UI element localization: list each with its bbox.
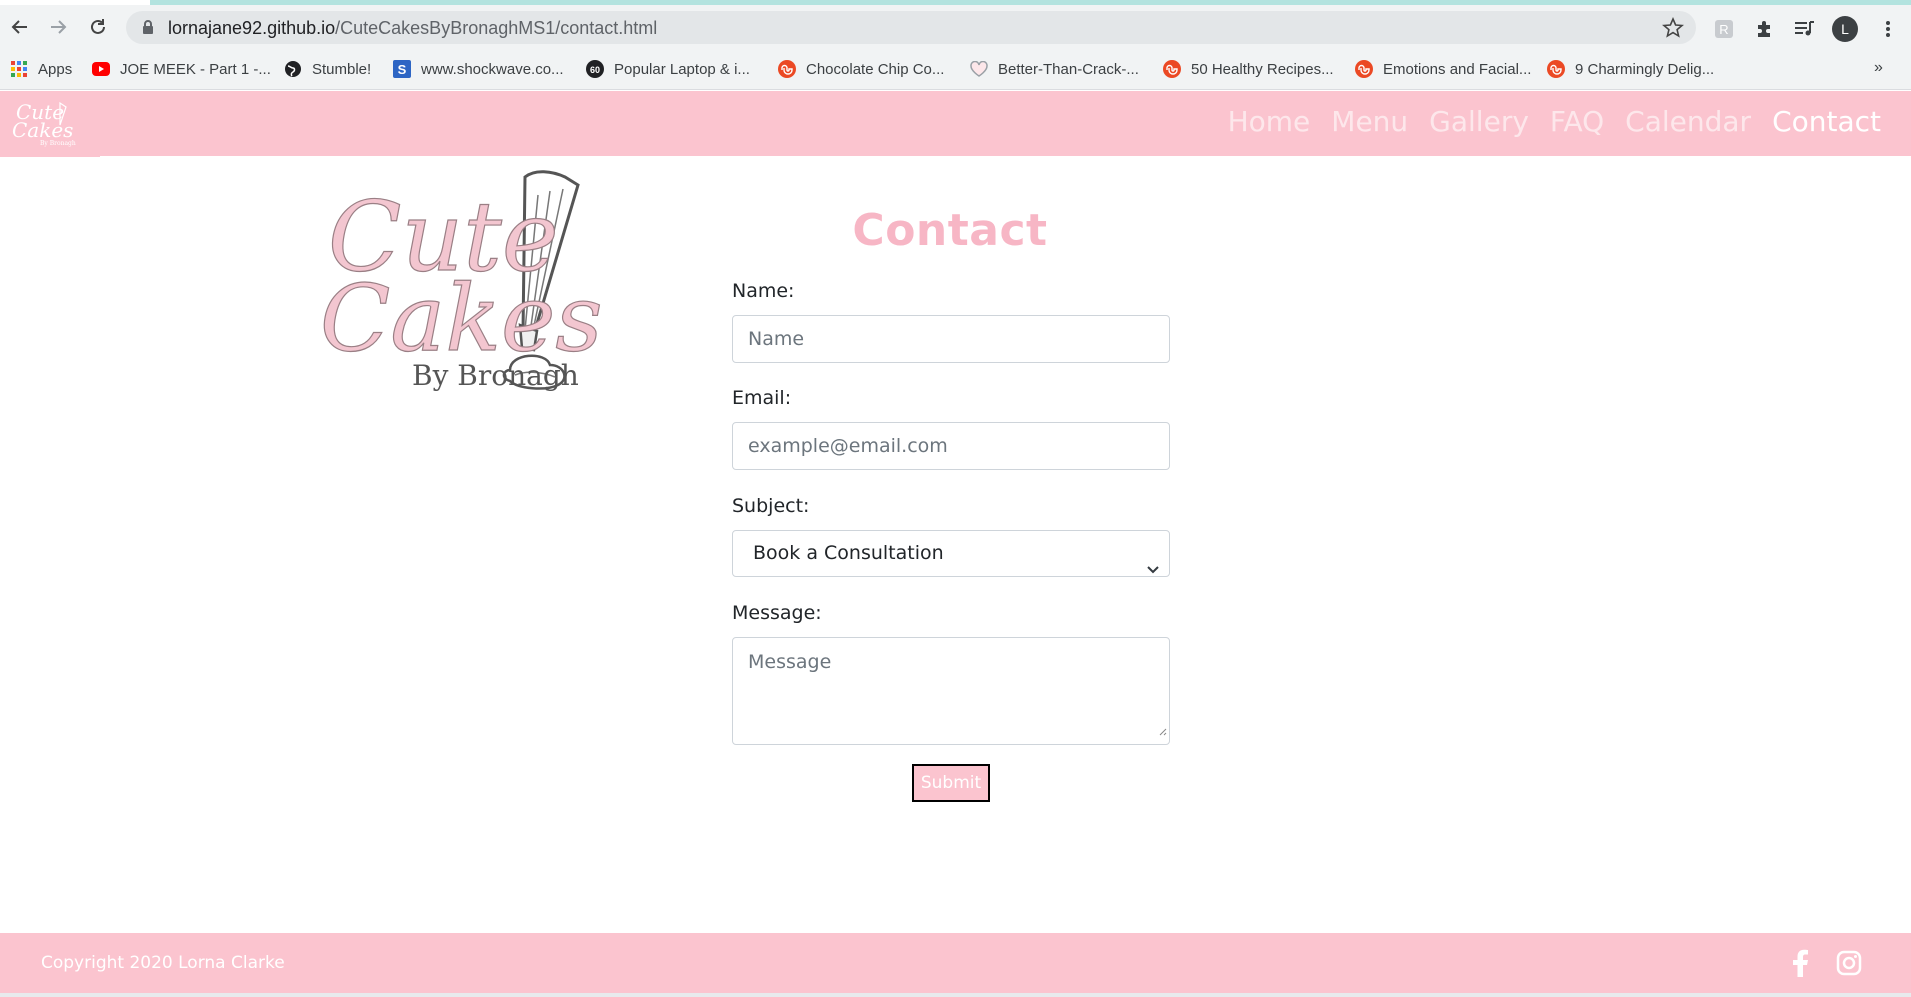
- profile-avatar[interactable]: L: [1832, 16, 1858, 42]
- bookmark-item[interactable]: S www.shockwave.co...: [393, 57, 564, 81]
- submit-button[interactable]: Submit: [912, 764, 990, 802]
- extensions-puzzle-icon[interactable]: [1752, 17, 1776, 41]
- bookmarks-overflow-button[interactable]: »: [1874, 59, 1883, 77]
- svg-text:60: 60: [590, 65, 600, 75]
- youtube-icon: [92, 60, 110, 78]
- nav-link-calendar[interactable]: Calendar: [1625, 101, 1751, 143]
- svg-text:By Bronagh: By Bronagh: [40, 140, 76, 147]
- svg-text:R: R: [1719, 22, 1728, 37]
- copyright-text: Copyright 2020 Lorna Clarke: [41, 953, 285, 973]
- shockwave-icon: S: [393, 60, 411, 78]
- forward-icon[interactable]: [44, 13, 72, 41]
- bookmark-item[interactable]: Emotions and Facial...: [1355, 57, 1531, 81]
- bookmark-item[interactable]: 9 Charmingly Delig...: [1547, 57, 1714, 81]
- nav-link-menu[interactable]: Menu: [1331, 101, 1408, 143]
- message-label: Message:: [732, 602, 822, 624]
- stumbleupon-icon: [778, 60, 796, 78]
- resize-grip-icon[interactable]: [1157, 718, 1167, 742]
- browser-toolbar: lornajane92.github.io/CuteCakesByBronagh…: [0, 5, 1911, 49]
- nav-link-home[interactable]: Home: [1228, 101, 1311, 143]
- stumbleupon-icon: [1163, 60, 1181, 78]
- browser-menu-icon[interactable]: [1876, 17, 1900, 41]
- nav-divider: [0, 155, 100, 157]
- globe-icon: [284, 60, 302, 78]
- back-icon[interactable]: [6, 13, 34, 41]
- bookmark-item[interactable]: 50 Healthy Recipes...: [1163, 57, 1334, 81]
- page-title: Contact: [852, 205, 1048, 256]
- reload-icon[interactable]: [84, 13, 112, 41]
- sixty-icon: 60: [586, 60, 604, 78]
- email-field[interactable]: example@email.com: [732, 422, 1170, 470]
- chevron-down-icon: [1147, 547, 1159, 592]
- bookmark-item[interactable]: JOE MEEK - Part 1 -...: [92, 57, 271, 81]
- svg-text:S: S: [398, 62, 407, 77]
- site-navbar: Cute Cakes By Bronagh Home Menu Gallery …: [0, 91, 1911, 156]
- brand-logo: Cute Cakes By Bronagh: [319, 165, 630, 400]
- bookmark-item[interactable]: 60 Popular Laptop & i...: [586, 57, 750, 81]
- svg-text:Cakes: Cakes: [320, 265, 603, 372]
- subject-select[interactable]: Book a Consultation: [732, 530, 1170, 577]
- media-queue-icon[interactable]: [1792, 17, 1816, 41]
- bookmark-star-icon[interactable]: [1662, 16, 1684, 39]
- nav-links: Home Menu Gallery FAQ Calendar Contact: [1207, 101, 1881, 143]
- bookmarks-bar: Apps JOE MEEK - Part 1 -... Stumble! S w…: [0, 49, 1911, 90]
- svg-text:Cakes: Cakes: [12, 118, 73, 142]
- stumbleupon-icon: [1547, 60, 1565, 78]
- url-text: lornajane92.github.io/CuteCakesByBronagh…: [168, 18, 658, 38]
- bookmark-item[interactable]: Better-Than-Crack-...: [970, 57, 1139, 81]
- window-bottom-edge: [0, 993, 1911, 997]
- nav-link-contact[interactable]: Contact: [1772, 101, 1881, 143]
- nav-logo[interactable]: Cute Cakes By Bronagh: [10, 97, 80, 149]
- address-bar[interactable]: lornajane92.github.io/CuteCakesByBronagh…: [126, 11, 1696, 44]
- bookmark-item[interactable]: Stumble!: [284, 57, 371, 81]
- email-label: Email:: [732, 387, 792, 409]
- lock-icon: [142, 20, 154, 39]
- apps-grid-icon: [10, 60, 28, 78]
- name-label: Name:: [732, 280, 795, 302]
- heart-icon: [970, 60, 988, 78]
- instagram-icon[interactable]: [1834, 948, 1864, 978]
- message-field[interactable]: Message: [732, 637, 1170, 745]
- subject-label: Subject:: [732, 495, 810, 517]
- bookmark-item[interactable]: Apps: [10, 57, 72, 81]
- extension-r-icon[interactable]: R: [1712, 17, 1736, 41]
- stumbleupon-icon: [1355, 60, 1373, 78]
- bookmark-item[interactable]: Chocolate Chip Co...: [778, 57, 944, 81]
- nav-link-faq[interactable]: FAQ: [1550, 101, 1604, 143]
- svg-text:By Bronagh: By Bronagh: [412, 359, 579, 392]
- site-footer: Copyright 2020 Lorna Clarke: [0, 933, 1911, 993]
- facebook-icon[interactable]: [1786, 948, 1816, 978]
- name-field[interactable]: Name: [732, 315, 1170, 363]
- nav-link-gallery[interactable]: Gallery: [1429, 101, 1529, 143]
